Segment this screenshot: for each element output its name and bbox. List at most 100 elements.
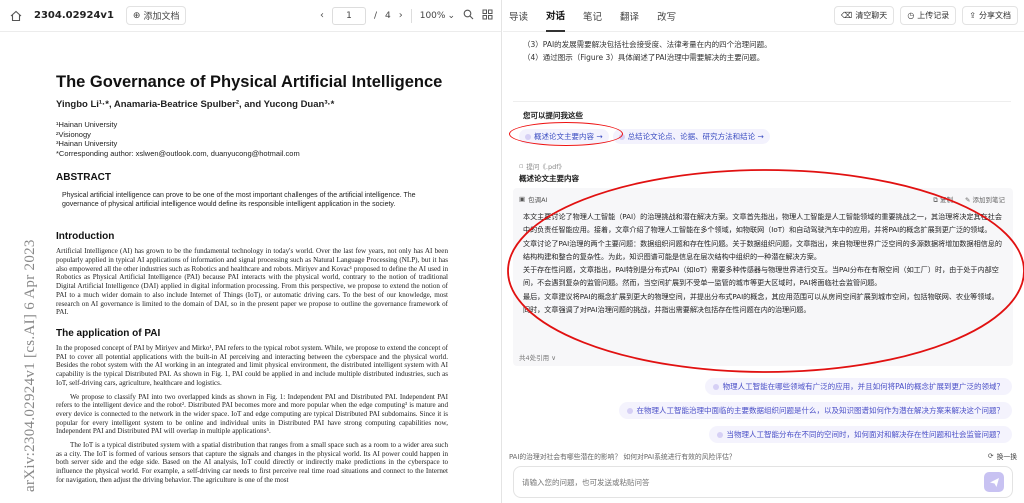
chevron-left-icon[interactable]: ‹ [320, 10, 324, 21]
pdf-page: arXiv:2304.02924v1 [cs.AI] 6 Apr 2023 Th… [0, 32, 502, 503]
pai-paragraph: The IoT is a typical distributed system … [56, 441, 448, 484]
intro-heading: Introduction [56, 231, 115, 243]
upload-history-label: 上传记录 [917, 11, 950, 20]
copy-button[interactable]: ⧉ 复制 [933, 194, 953, 205]
refresh-icon: ⟳ [987, 452, 994, 460]
clear-chat-label: 清空聊天 [855, 11, 888, 20]
pai-paragraph: In the proposed concept of PAI by Miriye… [56, 344, 448, 387]
prompt-meta-text: 提问《.pdf》 [526, 163, 566, 171]
follow-up-label: 在物理人工智能治理中面临的主要数据组织问题是什么，以及知识图谱如何作为潜在解决方… [636, 406, 1005, 415]
annotation-circle [509, 122, 623, 146]
copy-icon: ⧉ [933, 196, 940, 204]
sparkle-icon [626, 407, 633, 414]
abstract-heading: ABSTRACT [56, 172, 111, 184]
answer-source-label: 包调AI [528, 196, 548, 204]
paper-title: The Governance of Physical Artificial In… [56, 73, 443, 91]
pdf-pane: 2304.02924v1 ⊕ 添加文档 ‹ 1 / 4 › 100% ⌄ arX… [0, 0, 502, 503]
clear-chat-button[interactable]: ⌫ 清空聊天 [834, 6, 895, 25]
add-document-label: 添加文档 [143, 12, 180, 22]
paper-affiliations: ¹Hainan University ²Visionogy ³Hainan Un… [56, 120, 448, 158]
suggestion-label: 总结论文论点、论据、研究方法和结论 → [627, 132, 764, 141]
answer-body: 本文主要讨论了物理人工智能（PAI）的治理挑战和潜在解决方案。文章首先指出，物理… [523, 210, 1005, 316]
sparkle-icon [716, 431, 723, 438]
page-total: 4 [384, 10, 391, 21]
refresh-button[interactable]: ⟳ 换一换 [988, 451, 1017, 461]
list-item: （3）PAI的发展需要解决包括社会接受度、法律考量在内的四个治理问题。 [523, 40, 772, 49]
broom-icon: ⌫ [841, 11, 853, 20]
divider [513, 101, 1011, 102]
share-icon: ⇪ [969, 11, 976, 20]
copy-label: 复制 [939, 196, 953, 204]
follow-up-chip[interactable]: 在物理人工智能治理中面临的主要数据组织问题是什么，以及知识图谱如何作为潜在解决方… [618, 402, 1012, 419]
tab-guide[interactable]: 导读 [509, 1, 528, 31]
pdf-toolbar: 2304.02924v1 ⊕ 添加文档 ‹ 1 / 4 › 100% ⌄ [0, 0, 501, 32]
assistant-tabs: 导读 对话 笔记 翻译 改写 ⌫ 清空聊天 ◷ 上传记录 ⇪ 分享文档 [503, 0, 1024, 32]
pai-paragraph: We propose to classify PAI into two over… [56, 392, 448, 436]
add-to-notes-label: 添加到笔记 [972, 196, 1006, 204]
answer-paragraph: 文章讨论了PAI治理的两个主要问题：数据组织问题和存在性问题。关于数据组织问题，… [523, 238, 1002, 261]
document-icon: ▫ [519, 162, 524, 170]
related-questions-bar: PAI的治理对社会有哪些潜在的影响？ 如何对PAI系统进行有效的风险评估？ ⟳ … [509, 451, 1017, 461]
send-button[interactable] [984, 472, 1004, 492]
answer-source: ▣ 包调AI [519, 194, 548, 204]
answer-paragraph: 关于存在性问题，文章指出，PAI特别是分布式PAI（如IoT）需要多种传感器与物… [523, 265, 999, 288]
tab-translate[interactable]: 翻译 [620, 1, 639, 31]
add-to-notes-button[interactable]: ✎ 添加到笔记 [965, 194, 1005, 205]
tab-chat[interactable]: 对话 [546, 0, 566, 32]
share-document-button[interactable]: ⇪ 分享文档 [962, 6, 1018, 25]
affiliation-line: ²Visionogy [56, 129, 91, 139]
affiliation-line: ³Hainan University [56, 139, 118, 149]
chat-input[interactable] [522, 477, 962, 487]
search-icon[interactable] [463, 9, 474, 23]
prompt-meta: ▫ 提问《.pdf》 [519, 161, 565, 171]
grid-icon[interactable] [482, 9, 493, 23]
plus-circle-icon: ⊕ [132, 10, 141, 21]
paper-content: The Governance of Physical Artificial In… [56, 72, 448, 485]
answer-paragraph: 最后，文章建议将PAI的概念扩展到更大的物理空间，并提出分布式PAI的概念，其应… [523, 291, 999, 315]
home-icon[interactable] [8, 8, 24, 24]
tab-rewrite[interactable]: 改写 [657, 1, 676, 31]
note-icon: ✎ [964, 196, 973, 204]
page-number-input[interactable]: 1 [331, 6, 366, 25]
prompt-title: 概述论文主要内容 [519, 174, 579, 183]
citations-toggle[interactable]: 共4处引用 ∨ [519, 352, 556, 362]
answer-paragraph: 本文主要讨论了物理人工智能（PAI）的治理挑战和潜在解决方案。文章首先指出，物理… [523, 212, 1002, 235]
tab-notes[interactable]: 笔记 [583, 1, 602, 31]
suggestion-chip-arguments[interactable]: 总结论文论点、论据、研究方法和结论 → [612, 129, 770, 144]
list-item: （4）通过图示（Figure 3）具体阐述了PAI治理中需要解决的主要问题。 [523, 53, 765, 62]
ai-logo-icon: ▣ [519, 195, 526, 203]
follow-up-chip[interactable]: 物理人工智能在哪些领域有广泛的应用，并且如何将PAI的概念扩展到更广泛的领域？ [704, 378, 1012, 395]
follow-up-questions: 物理人工智能在哪些领域有广泛的应用，并且如何将PAI的概念扩展到更广泛的领域？ … [618, 378, 1012, 443]
page-navigation: ‹ 1 / 4 › 100% ⌄ [320, 6, 493, 25]
follow-up-label: 当物理人工智能分布在不同的空间时，如何面对和解决存在性问题和社会监管问题？ [726, 430, 1005, 439]
answer-tools: ⧉ 复制 ✎ 添加到笔记 [933, 194, 1005, 205]
zoom-select[interactable]: 100% ⌄ [420, 11, 455, 21]
pai-heading: The application of PAI [56, 328, 161, 339]
answer-card: ▣ 包调AI ⧉ 复制 ✎ 添加到笔记 本文主要讨论了物理人工智能（PAI）的治… [513, 188, 1013, 366]
add-document-button[interactable]: ⊕ 添加文档 [125, 6, 187, 25]
assistant-pane: 导读 对话 笔记 翻译 改写 ⌫ 清空聊天 ◷ 上传记录 ⇪ 分享文档 （3）PAI的… [503, 0, 1024, 503]
zoom-level: 100% [419, 10, 446, 21]
file-name: 2304.02924v1 [34, 10, 114, 21]
chevron-right-icon[interactable]: › [399, 10, 403, 21]
share-document-label: 分享文档 [979, 11, 1011, 20]
follow-up-label: 物理人工智能在哪些领域有广泛的应用，并且如何将PAI的概念扩展到更广泛的领域？ [722, 382, 1004, 391]
clock-icon: ◷ [907, 11, 915, 20]
abstract-text: Physical artificial intelligence can pro… [62, 192, 416, 209]
suggestions-heading: 您可以提问我这些 [523, 111, 583, 120]
sparkle-icon [712, 383, 719, 390]
affiliation-line: ¹Hainan University [56, 120, 118, 129]
chat-input-box[interactable] [513, 466, 1013, 498]
toolbar-divider [410, 8, 412, 23]
paper-authors: Yingbo Li¹·*, Anamaria-Beatrice Spulber²… [56, 99, 335, 110]
follow-up-chip[interactable]: 当物理人工智能分布在不同的空间时，如何面对和解决存在性问题和社会监管问题？ [708, 426, 1012, 443]
page-separator: / [373, 10, 377, 21]
upload-history-button[interactable]: ◷ 上传记录 [900, 6, 957, 25]
intro-paragraph: Artificial Intelligence (AI) has grown t… [56, 247, 448, 317]
refresh-label: 换一换 [996, 453, 1017, 461]
previous-answer-list: （3）PAI的发展需要解决包括社会接受度、法律考量在内的四个治理问题。 （4）通… [523, 38, 772, 64]
chat-tools: ⌫ 清空聊天 ◷ 上传记录 ⇪ 分享文档 [834, 6, 1018, 25]
chevron-down-icon: ⌄ [447, 10, 455, 21]
arxiv-stamp: arXiv:2304.02924v1 [cs.AI] 6 Apr 2023 [22, 239, 38, 492]
related-questions[interactable]: PAI的治理对社会有哪些潜在的影响？ 如何对PAI系统进行有效的风险评估？ [509, 451, 736, 461]
